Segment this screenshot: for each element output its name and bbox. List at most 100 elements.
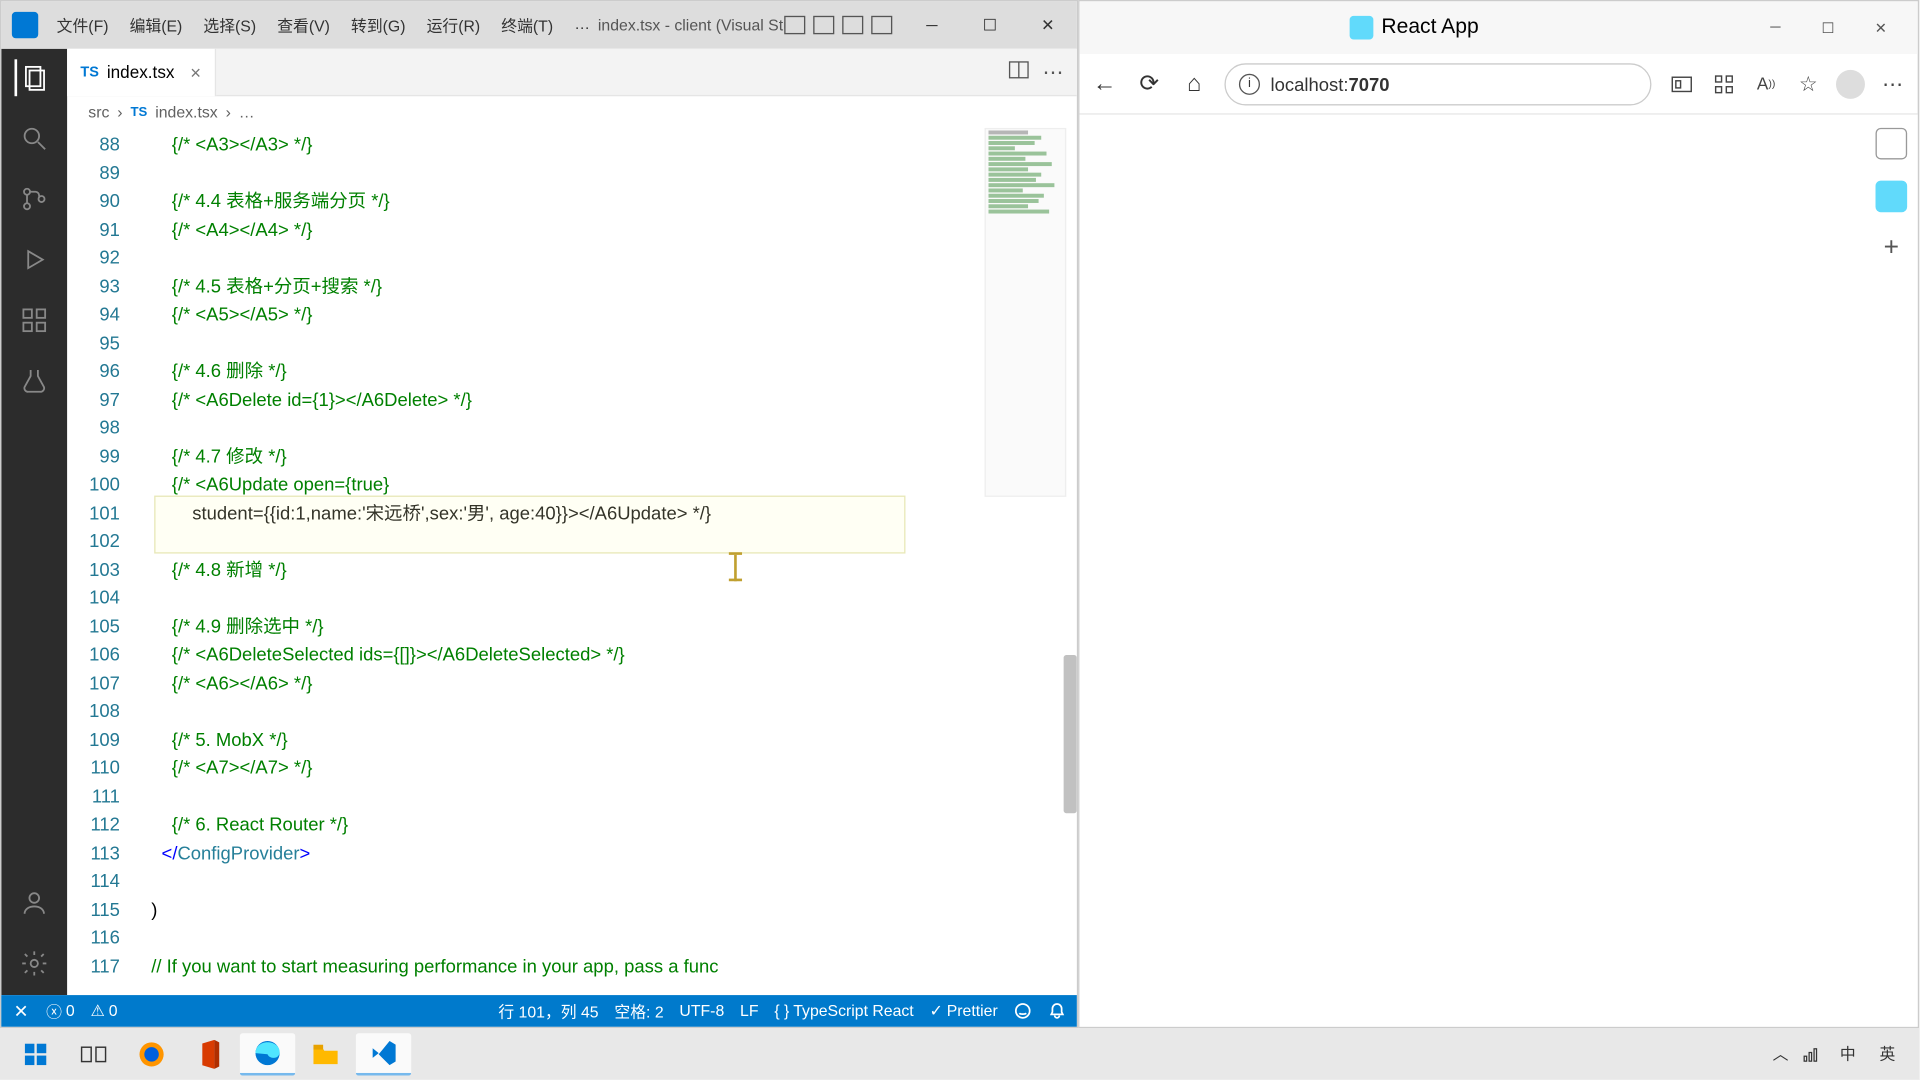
code-line[interactable]: student={{id:1,name:'宋远桥',sex:'男', age:4… [141, 499, 1077, 527]
code-content[interactable]: {/* <A3></A3> */} {/* 4.4 表格+服务端分页 */} {… [141, 128, 1077, 995]
menu-more[interactable]: … [566, 9, 598, 42]
more-menu-icon[interactable]: ⋯ [1878, 69, 1907, 98]
browser-maximize-button[interactable]: ☐ [1802, 1, 1855, 54]
eol[interactable]: LF [740, 1002, 758, 1020]
menu-view[interactable]: 查看(V) [269, 9, 338, 42]
code-line[interactable]: {/* <A6Update open={true} [141, 471, 1077, 499]
code-line[interactable] [141, 924, 1077, 952]
layout-right-icon[interactable] [842, 16, 863, 34]
breadcrumb-folder[interactable]: src [88, 103, 109, 121]
code-line[interactable]: // If you want to start measuring perfor… [141, 952, 1077, 980]
run-debug-icon[interactable] [16, 241, 53, 278]
code-line[interactable] [141, 782, 1077, 810]
profile-avatar[interactable] [1836, 69, 1865, 98]
code-editor[interactable]: 8889909192939495969798991001011021031041… [67, 128, 1077, 995]
feedback-icon[interactable] [1014, 1002, 1032, 1020]
code-line[interactable]: {/* 4.7 修改 */} [141, 442, 1077, 470]
code-line[interactable]: {/* 6. React Router */} [141, 811, 1077, 839]
read-aloud-icon[interactable]: A)) [1752, 69, 1781, 98]
task-view-icon[interactable] [66, 1033, 121, 1075]
code-line[interactable] [141, 329, 1077, 357]
code-line[interactable]: {/* 4.9 删除选中 */} [141, 612, 1077, 640]
apps-icon[interactable] [1709, 69, 1738, 98]
code-line[interactable]: {/* 5. MobX */} [141, 726, 1077, 754]
code-line[interactable]: {/* <A3></A3> */} [141, 130, 1077, 158]
layout-panel-icon[interactable] [871, 16, 892, 34]
menu-file[interactable]: 文件(F) [49, 9, 117, 42]
code-line[interactable]: {/* 4.6 删除 */} [141, 357, 1077, 385]
code-line[interactable]: {/* <A7></A7> */} [141, 754, 1077, 782]
sidebar-add-icon[interactable]: + [1884, 233, 1899, 263]
more-actions-icon[interactable]: ⋯ [1043, 59, 1064, 85]
cursor-position[interactable]: 行 101，列 45 [498, 1000, 598, 1022]
menu-run[interactable]: 运行(R) [419, 9, 488, 42]
sidebar-panel-icon[interactable] [1876, 128, 1908, 160]
code-line[interactable] [141, 867, 1077, 895]
code-line[interactable] [141, 527, 1077, 555]
breadcrumb-file[interactable]: index.tsx [155, 103, 217, 121]
menu-terminal[interactable]: 终端(T) [493, 9, 561, 42]
explorer-icon[interactable] [14, 59, 51, 96]
home-button-icon[interactable]: ⌂ [1180, 69, 1209, 98]
layout-bottom-icon[interactable] [813, 16, 834, 34]
notifications-bell-icon[interactable] [1048, 1002, 1066, 1020]
office-icon[interactable] [182, 1033, 237, 1075]
account-icon[interactable] [16, 884, 53, 921]
breadcrumb-symbol[interactable]: … [239, 103, 255, 121]
file-explorer-icon[interactable] [298, 1033, 353, 1075]
code-line[interactable]: </ConfigProvider> [141, 839, 1077, 867]
react-devtools-icon[interactable] [1876, 181, 1908, 213]
language-mode[interactable]: { } TypeScript React [774, 1002, 913, 1020]
vscode-taskbar-icon[interactable] [356, 1033, 411, 1075]
prettier-status[interactable]: ✓ Prettier [930, 1002, 998, 1020]
browser-close-button[interactable]: ✕ [1854, 1, 1907, 54]
code-line[interactable]: {/* 4.4 表格+服务端分页 */} [141, 187, 1077, 215]
code-line[interactable] [141, 414, 1077, 442]
ime-indicator-2[interactable]: 英 [1874, 1040, 1900, 1068]
site-info-icon[interactable]: i [1239, 73, 1260, 94]
settings-gear-icon[interactable] [16, 945, 53, 982]
close-button[interactable]: ✕ [1019, 1, 1077, 48]
code-line[interactable] [141, 584, 1077, 612]
indentation[interactable]: 空格: 2 [614, 1000, 663, 1022]
browser-minimize-button[interactable]: ─ [1749, 1, 1802, 54]
testing-icon[interactable] [16, 362, 53, 399]
back-button-icon[interactable]: ← [1090, 69, 1119, 98]
enter-immersive-icon[interactable] [1667, 69, 1696, 98]
code-line[interactable] [141, 697, 1077, 725]
code-line[interactable] [141, 159, 1077, 187]
code-line[interactable]: {/* <A6></A6> */} [141, 669, 1077, 697]
maximize-button[interactable]: ☐ [961, 1, 1019, 48]
menu-edit[interactable]: 编辑(E) [122, 9, 191, 42]
editor-scrollbar[interactable] [1064, 655, 1077, 813]
menu-selection[interactable]: 选择(S) [195, 9, 264, 42]
code-line[interactable]: {/* <A4></A4> */} [141, 215, 1077, 243]
minimize-button[interactable]: ─ [903, 1, 961, 48]
tab-index-tsx[interactable]: TS index.tsx × [67, 49, 215, 96]
tab-close-icon[interactable]: × [190, 61, 201, 82]
start-button[interactable] [8, 1033, 63, 1075]
layout-controls[interactable] [784, 16, 892, 34]
code-line[interactable]: {/* 4.5 表格+分页+搜索 */} [141, 272, 1077, 300]
address-bar[interactable]: i localhost:7070 [1224, 63, 1651, 105]
code-line[interactable]: {/* <A5></A5> */} [141, 301, 1077, 329]
encoding[interactable]: UTF-8 [679, 1002, 724, 1020]
breadcrumb[interactable]: src › TS index.tsx › … [67, 96, 1077, 128]
tray-network-icon[interactable] [1802, 1044, 1822, 1064]
minimap[interactable] [985, 128, 1067, 497]
problems-warnings[interactable]: ⚠ 0 [91, 1002, 118, 1020]
favorites-star-icon[interactable]: ☆ [1794, 69, 1823, 98]
code-line[interactable] [141, 244, 1077, 272]
layout-left-icon[interactable] [784, 16, 805, 34]
remote-indicator[interactable] [12, 1002, 30, 1020]
search-icon[interactable] [16, 120, 53, 157]
problems-errors[interactable]: ⓧ 0 [46, 1000, 75, 1022]
code-line[interactable]: {/* 4.8 新增 */} [141, 556, 1077, 584]
code-line[interactable]: {/* <A6DeleteSelected ids={[]}></A6Delet… [141, 641, 1077, 669]
tray-chevron-icon[interactable]: ︿ [1773, 1043, 1789, 1065]
ime-indicator-1[interactable]: 中 [1835, 1040, 1861, 1068]
extensions-icon[interactable] [16, 302, 53, 339]
menu-go[interactable]: 转到(G) [343, 9, 413, 42]
firefox-icon[interactable] [124, 1033, 179, 1075]
split-editor-icon[interactable] [1008, 59, 1029, 85]
